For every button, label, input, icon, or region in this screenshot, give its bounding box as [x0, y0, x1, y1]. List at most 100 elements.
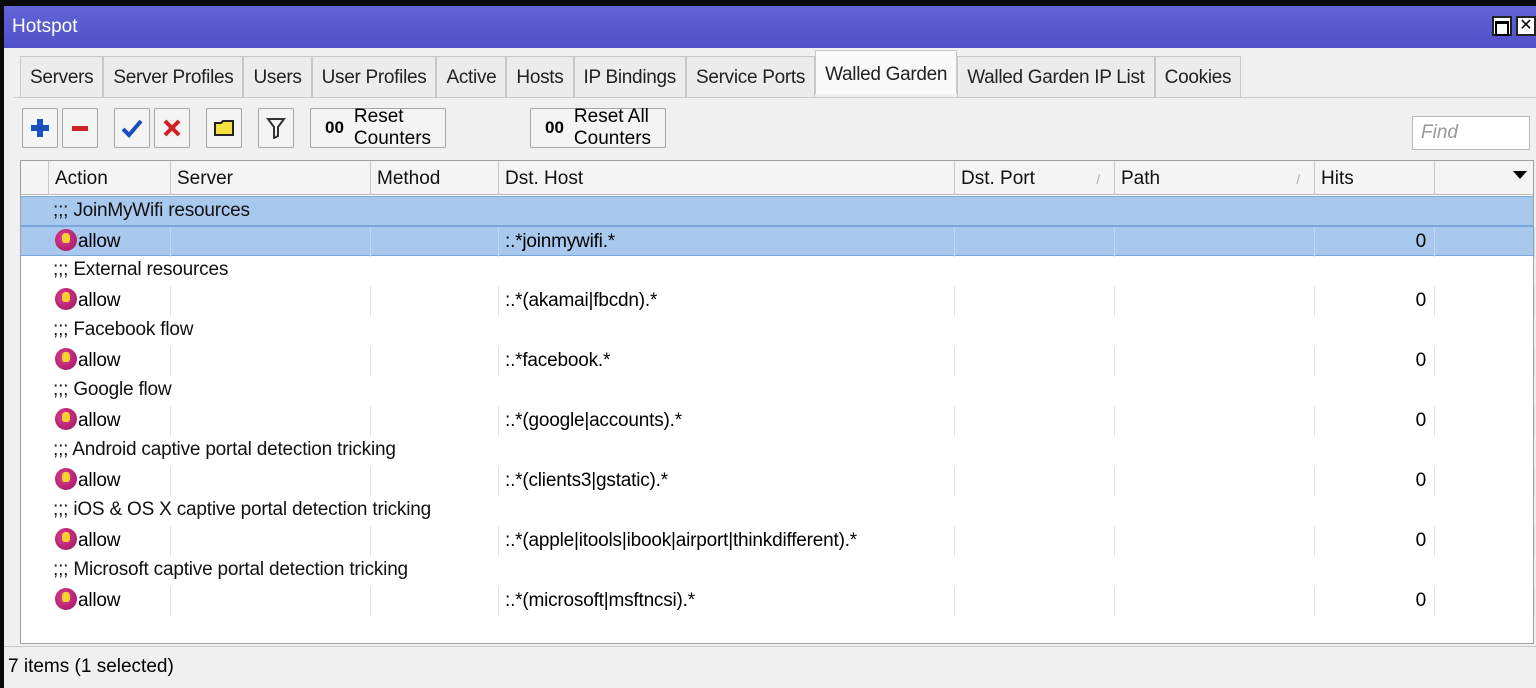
cell-dst-host: :.*(apple|itools|ibook|airport|thinkdiff… [499, 526, 955, 556]
cell-server [171, 586, 371, 616]
rule-comment: ;;; Android captive portal detection tri… [53, 439, 396, 460]
column-header-action[interactable]: Action [49, 161, 171, 195]
tab-active[interactable]: Active [436, 56, 507, 98]
tab-user-profiles[interactable]: User Profiles [311, 56, 437, 98]
cell-action: allow [49, 227, 171, 257]
cell-dst-port [955, 286, 1115, 316]
tab-cookies[interactable]: Cookies [1154, 56, 1242, 98]
comment-row[interactable]: ;;; iOS & OS X captive portal detection … [21, 496, 1533, 526]
cell-method [371, 466, 499, 496]
check-icon [121, 119, 143, 138]
table-row[interactable]: allow:.*(akamai|fbcdn).* 0 [21, 286, 1535, 316]
comment-row[interactable]: ;;; External resources [21, 256, 1533, 286]
cell-path [1115, 346, 1315, 376]
comment-row[interactable]: ;;; JoinMyWifi resources [21, 196, 1533, 226]
comment-row[interactable]: ;;; Android captive portal detection tri… [21, 436, 1533, 466]
cell-hits: 0 [1315, 466, 1435, 496]
cell-method [371, 406, 499, 436]
cell-hits: 0 [1315, 406, 1435, 436]
cell-action: allow [49, 526, 171, 556]
cell-hits: 0 [1315, 586, 1435, 616]
cell-path [1115, 406, 1315, 436]
tab-server-profiles[interactable]: Server Profiles [103, 56, 244, 98]
cell-dst-host: :.*(clients3|gstatic).* [499, 466, 955, 496]
table-row[interactable]: allow :.*(apple|itools|ibook|airport|thin… [21, 526, 1535, 556]
column-menu-icon[interactable] [1513, 171, 1527, 179]
tab-servers[interactable]: Servers [20, 56, 104, 98]
allow-action-icon [55, 407, 77, 430]
add-icon [31, 119, 49, 137]
allow-action-icon [55, 287, 77, 310]
reset-counters-button[interactable]: 00 Reset Counters [310, 106, 447, 149]
cell-hits: 0 [1315, 346, 1435, 376]
column-header-path[interactable]: Path / [1115, 161, 1315, 195]
window-title: Hotspot [12, 16, 78, 37]
reset-all-counters-label: Reset All Counters [573, 106, 652, 149]
cell-dst-port [955, 406, 1115, 436]
status-text: 7 items (1 selected) [8, 656, 174, 677]
cell-server [171, 227, 371, 257]
cell-method [371, 586, 499, 616]
table-row[interactable]: allow :.*(microsoft|msftncsi).* 0 [21, 586, 1535, 616]
comment-row[interactable]: ;;; Google flow [21, 376, 1533, 406]
cell-method [371, 346, 499, 376]
disable-button[interactable] [154, 108, 190, 148]
table-row[interactable]: allow:.*(google|accounts).* 0 [21, 406, 1535, 436]
cell-server [171, 286, 371, 316]
cell-dst-host: :.*joinmywifi.* [499, 227, 955, 257]
allow-action-icon [55, 587, 77, 610]
comment-button[interactable] [206, 108, 242, 148]
tab-hosts[interactable]: Hosts [506, 56, 574, 98]
cell-server [171, 346, 371, 376]
column-header-hits[interactable]: Hits [1315, 161, 1435, 195]
cell-path [1115, 586, 1315, 616]
cell-server [171, 466, 371, 496]
enable-button[interactable] [114, 108, 150, 148]
counter-icon: 00 [545, 118, 564, 137]
tab-users[interactable]: Users [243, 56, 312, 98]
rule-comment: ;;; iOS & OS X captive portal detection … [53, 499, 431, 520]
cell-path [1115, 286, 1315, 316]
add-button[interactable] [22, 108, 58, 148]
comment-icon [214, 120, 234, 136]
window-titlebar[interactable]: Hotspot ✕ [4, 6, 1536, 48]
find-input[interactable]: Find [1412, 116, 1530, 150]
cell-dst-host: :.*(google|accounts).* [499, 406, 955, 436]
tab-walled-garden-ip-list[interactable]: Walled Garden IP List [957, 56, 1155, 98]
tab-bar: Servers Server Profiles Users User Profiles… [20, 50, 1242, 98]
cell-action: allow [49, 466, 171, 496]
cell-method [371, 227, 499, 257]
column-header-dst-port[interactable]: Dst. Port / [955, 161, 1115, 195]
rule-comment: ;;; Facebook flow [53, 319, 194, 340]
reset-all-counters-button[interactable]: 00 Reset All Counters [530, 106, 667, 149]
column-header-dst-host[interactable]: Dst. Host [499, 161, 955, 195]
cell-action: allow [49, 286, 171, 316]
tab-ip-bindings[interactable]: IP Bindings [573, 56, 686, 98]
cell-path [1115, 227, 1315, 257]
cell-hits: 0 [1315, 227, 1435, 257]
cell-dst-port [955, 526, 1115, 556]
table-row[interactable]: allow:.*facebook.* 0 [21, 346, 1535, 376]
tab-service-ports[interactable]: Service Ports [685, 56, 816, 98]
cell-dst-port [955, 586, 1115, 616]
allow-action-icon [55, 467, 77, 490]
comment-row[interactable]: ;;; Facebook flow [21, 316, 1533, 346]
cell-dst-host: :.*facebook.* [499, 346, 955, 376]
table-row[interactable]: allow :.*(clients3|gstatic).* 0 [21, 466, 1535, 496]
status-bar: 7 items (1 selected) [4, 646, 1536, 688]
table-row[interactable]: allow :.*joinmywifi.* 0 [21, 226, 1535, 257]
cell-dst-host: :.*(microsoft|msftncsi).* [499, 586, 955, 616]
tab-walled-garden[interactable]: Walled Garden [815, 50, 958, 94]
cell-action: allow [49, 586, 171, 616]
comment-row[interactable]: ;;; Microsoft captive portal detection t… [21, 556, 1533, 586]
remove-icon [72, 126, 88, 131]
walled-garden-table: Action Server Method Dst. Host Dst. Port / Pat… [20, 160, 1535, 644]
close-icon[interactable]: ✕ [1516, 16, 1536, 36]
column-header-method[interactable]: Method [371, 161, 499, 195]
cell-method [371, 286, 499, 316]
column-header-server[interactable]: Server [171, 161, 371, 195]
remove-button[interactable] [62, 108, 98, 148]
filter-button[interactable] [258, 108, 294, 148]
table-header: Action Server Method Dst. Host Dst. Port / Pat… [21, 161, 1533, 195]
maximize-icon[interactable] [1492, 16, 1512, 36]
